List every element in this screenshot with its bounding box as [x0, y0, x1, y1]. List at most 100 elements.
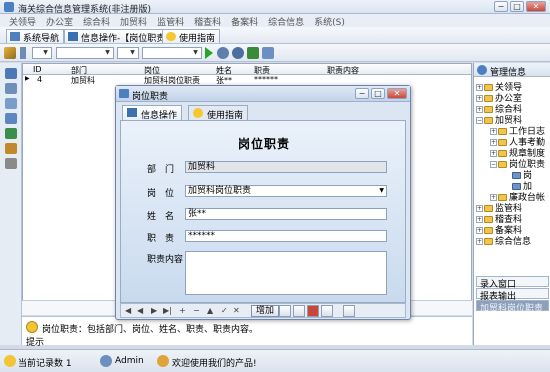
tab-info-operation[interactable]: 信息操作 — [122, 105, 183, 121]
folder-icon — [484, 238, 493, 245]
delete-icon[interactable] — [307, 305, 319, 317]
next-record-button[interactable]: ▶ — [151, 306, 157, 315]
excel-icon[interactable] — [5, 128, 17, 139]
tab-user-guide[interactable]: 使用指南 — [162, 29, 221, 44]
tree-item[interactable]: + 综合信息 — [476, 234, 531, 247]
content-textarea[interactable] — [185, 251, 387, 295]
delete-record-button[interactable]: − — [193, 306, 200, 315]
dialog-maximize-button[interactable]: □ — [371, 88, 385, 99]
tools-icon[interactable] — [5, 83, 17, 94]
pencil-icon[interactable] — [4, 47, 16, 59]
user-icon — [100, 355, 112, 367]
post-record-button[interactable]: ✓ — [221, 306, 228, 315]
lightbulb-icon — [26, 321, 38, 333]
forward-icon[interactable] — [321, 305, 333, 317]
entry-window-button[interactable]: 录入窗口 — [476, 276, 549, 290]
toolbar-combo-3[interactable]: ▼ — [117, 47, 139, 59]
print-icon[interactable] — [262, 47, 274, 59]
cell-dept: 加贸科 — [71, 76, 95, 85]
toolbar: ▼ ▼ ▼ ▼ — [0, 44, 550, 62]
status-bar: 当前记录数 1 Admin 欢迎使用我们的产品! — [0, 349, 550, 372]
list-icon[interactable] — [5, 68, 17, 79]
chart-icon[interactable] — [5, 113, 17, 124]
name-field[interactable]: 张** — [185, 208, 387, 220]
first-record-button[interactable]: ◀ — [125, 306, 131, 315]
users-icon[interactable] — [5, 143, 17, 154]
dropdown-arrow-icon[interactable] — [20, 47, 26, 59]
info-icon — [477, 65, 487, 75]
grid-icon[interactable] — [5, 98, 17, 109]
window-controls: − □ ✕ — [494, 1, 546, 12]
name-label: 姓 名 — [147, 212, 175, 222]
tab-navigation[interactable]: 系统导航 — [6, 29, 65, 44]
cancel-record-button[interactable]: ✕ — [233, 306, 240, 315]
menu-item-inspection[interactable]: 稽查科 — [189, 14, 226, 28]
cell-id: 4 — [37, 75, 43, 84]
search-icon[interactable] — [343, 305, 355, 317]
title-bar: 海关综合信息管理系统(非注册版) − □ ✕ — [0, 0, 550, 15]
left-icon-bar — [0, 63, 22, 345]
form-heading: 岗位职责 — [237, 137, 290, 151]
column-header-id[interactable]: ID — [33, 65, 42, 74]
folder-icon — [484, 95, 493, 102]
smile-icon — [157, 355, 169, 367]
menu-item-record[interactable]: 备案科 — [226, 14, 263, 28]
preview-icon[interactable] — [293, 305, 305, 317]
dialog-minimize-button[interactable]: − — [355, 88, 369, 99]
find-icon[interactable] — [232, 47, 244, 59]
current-node-label: 加贸科岗位职责 — [476, 300, 549, 314]
edit-record-button[interactable]: ▲ — [207, 306, 213, 315]
tab-label: 信息操作-【岗位职责】 — [81, 34, 175, 44]
menu-item-supervision[interactable]: 监管科 — [152, 14, 189, 28]
toolbar-combo-2[interactable]: ▼ — [56, 47, 114, 59]
prev-record-button[interactable]: ◀ — [137, 306, 143, 315]
refresh-icon[interactable] — [247, 47, 259, 59]
menu-item-office[interactable]: 办公室 — [41, 14, 78, 28]
close-button[interactable]: ✕ — [526, 1, 546, 12]
dialog-close-button[interactable]: ✕ — [387, 88, 407, 99]
dialog-title-bar: 岗位职责 − □ ✕ — [116, 86, 410, 102]
document-icon — [512, 172, 521, 179]
toolbar-combo-4[interactable]: ▼ — [142, 47, 202, 59]
panel-title: 管理信息 — [490, 68, 527, 78]
minimize-button[interactable]: − — [494, 1, 508, 12]
dept-field[interactable]: 加贸科 — [185, 161, 387, 173]
table-row[interactable]: ▶ 4 加贸科 加贸科岗位职责 张** ****** — [23, 75, 471, 85]
menu-item-system[interactable]: 系统(S) — [309, 14, 350, 28]
folder-icon — [484, 117, 493, 124]
menu-item-general[interactable]: 综合科 — [78, 14, 115, 28]
help-icon — [193, 108, 203, 118]
post-select[interactable]: 加贸科岗位职责 ▼ — [185, 185, 387, 197]
folder-icon — [484, 205, 493, 212]
cell-duty: ****** — [254, 75, 278, 84]
duty-field[interactable]: ****** — [185, 230, 387, 242]
dialog-title: 岗位职责 — [132, 92, 169, 102]
user-name: Admin — [115, 356, 144, 366]
play-icon[interactable] — [205, 47, 213, 59]
tab-label: 系统导航 — [23, 34, 60, 44]
trash-icon[interactable] — [5, 158, 17, 169]
dialog-controls: − □ ✕ — [355, 88, 407, 99]
print-icon[interactable] — [279, 305, 291, 317]
maximize-button[interactable]: □ — [510, 1, 524, 12]
row-marker: ▶ — [25, 75, 30, 82]
tab-user-guide[interactable]: 使用指南 — [188, 105, 249, 121]
toolbar-combo-1[interactable]: ▼ — [32, 47, 52, 59]
content-label: 职责内容 — [147, 255, 184, 265]
menu-item-processing-trade[interactable]: 加贸科 — [115, 14, 152, 28]
add-button[interactable]: 增加 — [251, 305, 280, 317]
tab-bar: 系统导航 信息操作-【岗位职责】 使用指南 — [0, 27, 550, 44]
search-icon[interactable] — [217, 47, 229, 59]
menu-item-general-info[interactable]: 综合信息 — [263, 14, 309, 28]
right-panel: 管理信息 + 关领导 + 办公室 + 综合科 − 加贸科 + 工作日志 + 人事考勤 + 规章… — [473, 63, 550, 345]
tab-label: 使用指南 — [179, 34, 216, 44]
duty-label: 职 责 — [147, 234, 175, 244]
insert-record-button[interactable]: + — [179, 306, 186, 315]
post-label: 岗 位 — [147, 189, 175, 199]
report-output-button[interactable]: 报表输出 — [476, 288, 549, 302]
tip-text: 岗位职责：包括部门、岗位、姓名、职责、职责内容。 — [42, 325, 259, 335]
grid-header: ID 部门 岗位 姓名 职责 职责内容 — [23, 64, 471, 75]
menu-item-leaders[interactable]: 关领导 — [4, 14, 41, 28]
navigation-icon — [10, 32, 20, 41]
last-record-button[interactable]: ▶| — [163, 306, 172, 315]
